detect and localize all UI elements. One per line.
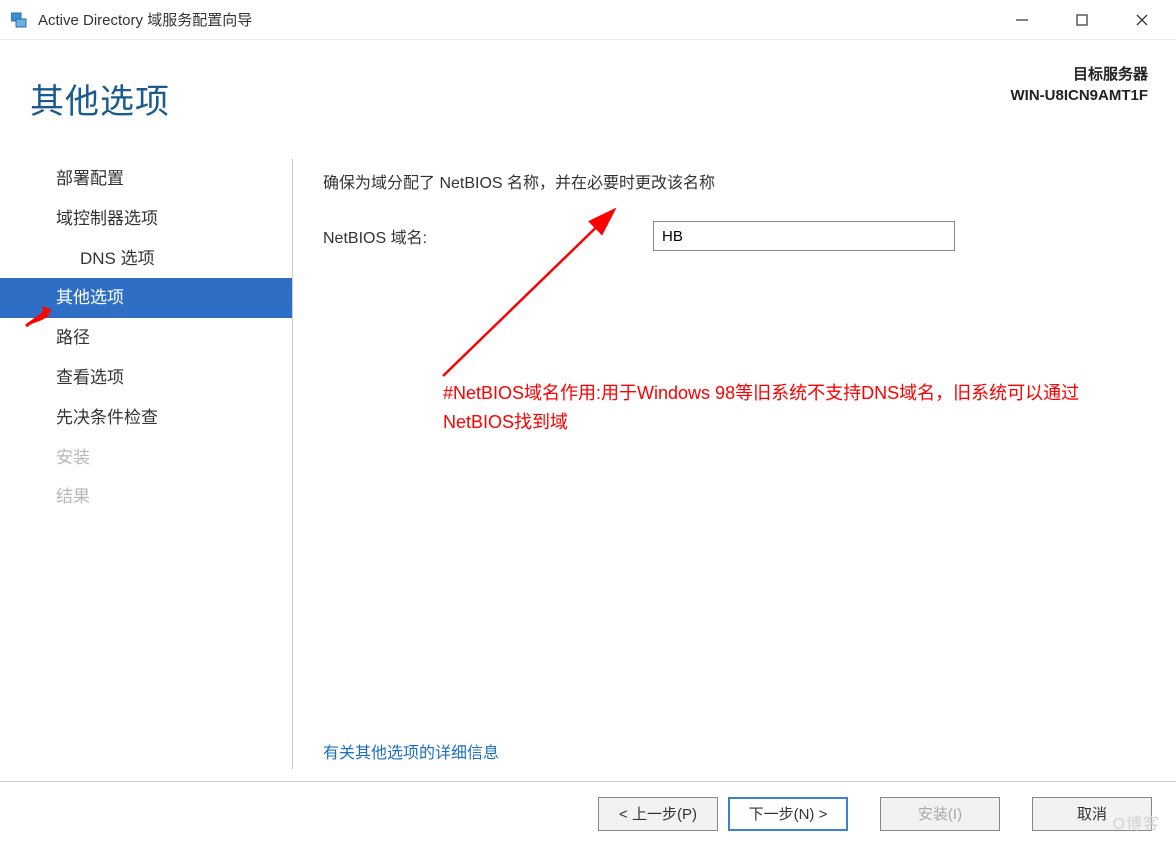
sidebar-item-3[interactable]: 其他选项: [0, 278, 292, 318]
sidebar-item-0[interactable]: 部署配置: [0, 159, 292, 199]
sidebar-item-8: 结果: [0, 477, 292, 517]
header: 其他选项 目标服务器 WIN-U8ICN9AMT1F: [0, 40, 1176, 141]
window-title: Active Directory 域服务配置向导: [38, 9, 992, 30]
sidebar: 部署配置域控制器选项DNS 选项其他选项路径查看选项先决条件检查安装结果: [0, 141, 292, 781]
target-server-name: WIN-U8ICN9AMT1F: [1011, 85, 1149, 106]
sidebar-item-4[interactable]: 路径: [0, 318, 292, 358]
netbios-label: NetBIOS 域名:: [323, 224, 653, 248]
button-bar: < 上一步(P) 下一步(N) > 安装(I) 取消: [0, 781, 1176, 845]
sidebar-item-2[interactable]: DNS 选项: [0, 239, 292, 279]
target-server-box: 目标服务器 WIN-U8ICN9AMT1F: [1011, 64, 1149, 106]
sidebar-item-1[interactable]: 域控制器选项: [0, 199, 292, 239]
annotation-text: #NetBIOS域名作用:用于Windows 98等旧系统不支持DNS域名，旧系…: [443, 379, 1123, 437]
target-server-label: 目标服务器: [1011, 64, 1149, 85]
watermark: O博客: [1113, 810, 1160, 834]
window-controls: [992, 0, 1172, 39]
body: 部署配置域控制器选项DNS 选项其他选项路径查看选项先决条件检查安装结果 确保为…: [0, 141, 1176, 781]
sidebar-item-5[interactable]: 查看选项: [0, 358, 292, 398]
app-icon: [10, 10, 30, 30]
main-panel: 确保为域分配了 NetBIOS 名称，并在必要时更改该名称 NetBIOS 域名…: [293, 141, 1176, 781]
close-button[interactable]: [1112, 0, 1172, 39]
previous-button[interactable]: < 上一步(P): [598, 797, 718, 831]
netbios-row: NetBIOS 域名:: [323, 221, 1146, 251]
minimize-button[interactable]: [992, 0, 1052, 39]
instruction-text: 确保为域分配了 NetBIOS 名称，并在必要时更改该名称: [323, 169, 1146, 193]
sidebar-item-7: 安装: [0, 438, 292, 478]
maximize-button[interactable]: [1052, 0, 1112, 39]
netbios-input[interactable]: [653, 221, 955, 251]
titlebar: Active Directory 域服务配置向导: [0, 0, 1176, 40]
page-title: 其他选项: [30, 74, 170, 123]
more-info-link[interactable]: 有关其他选项的详细信息: [323, 739, 499, 763]
next-button[interactable]: 下一步(N) >: [728, 797, 848, 831]
sidebar-item-6[interactable]: 先决条件检查: [0, 398, 292, 438]
install-button[interactable]: 安装(I): [880, 797, 1000, 831]
